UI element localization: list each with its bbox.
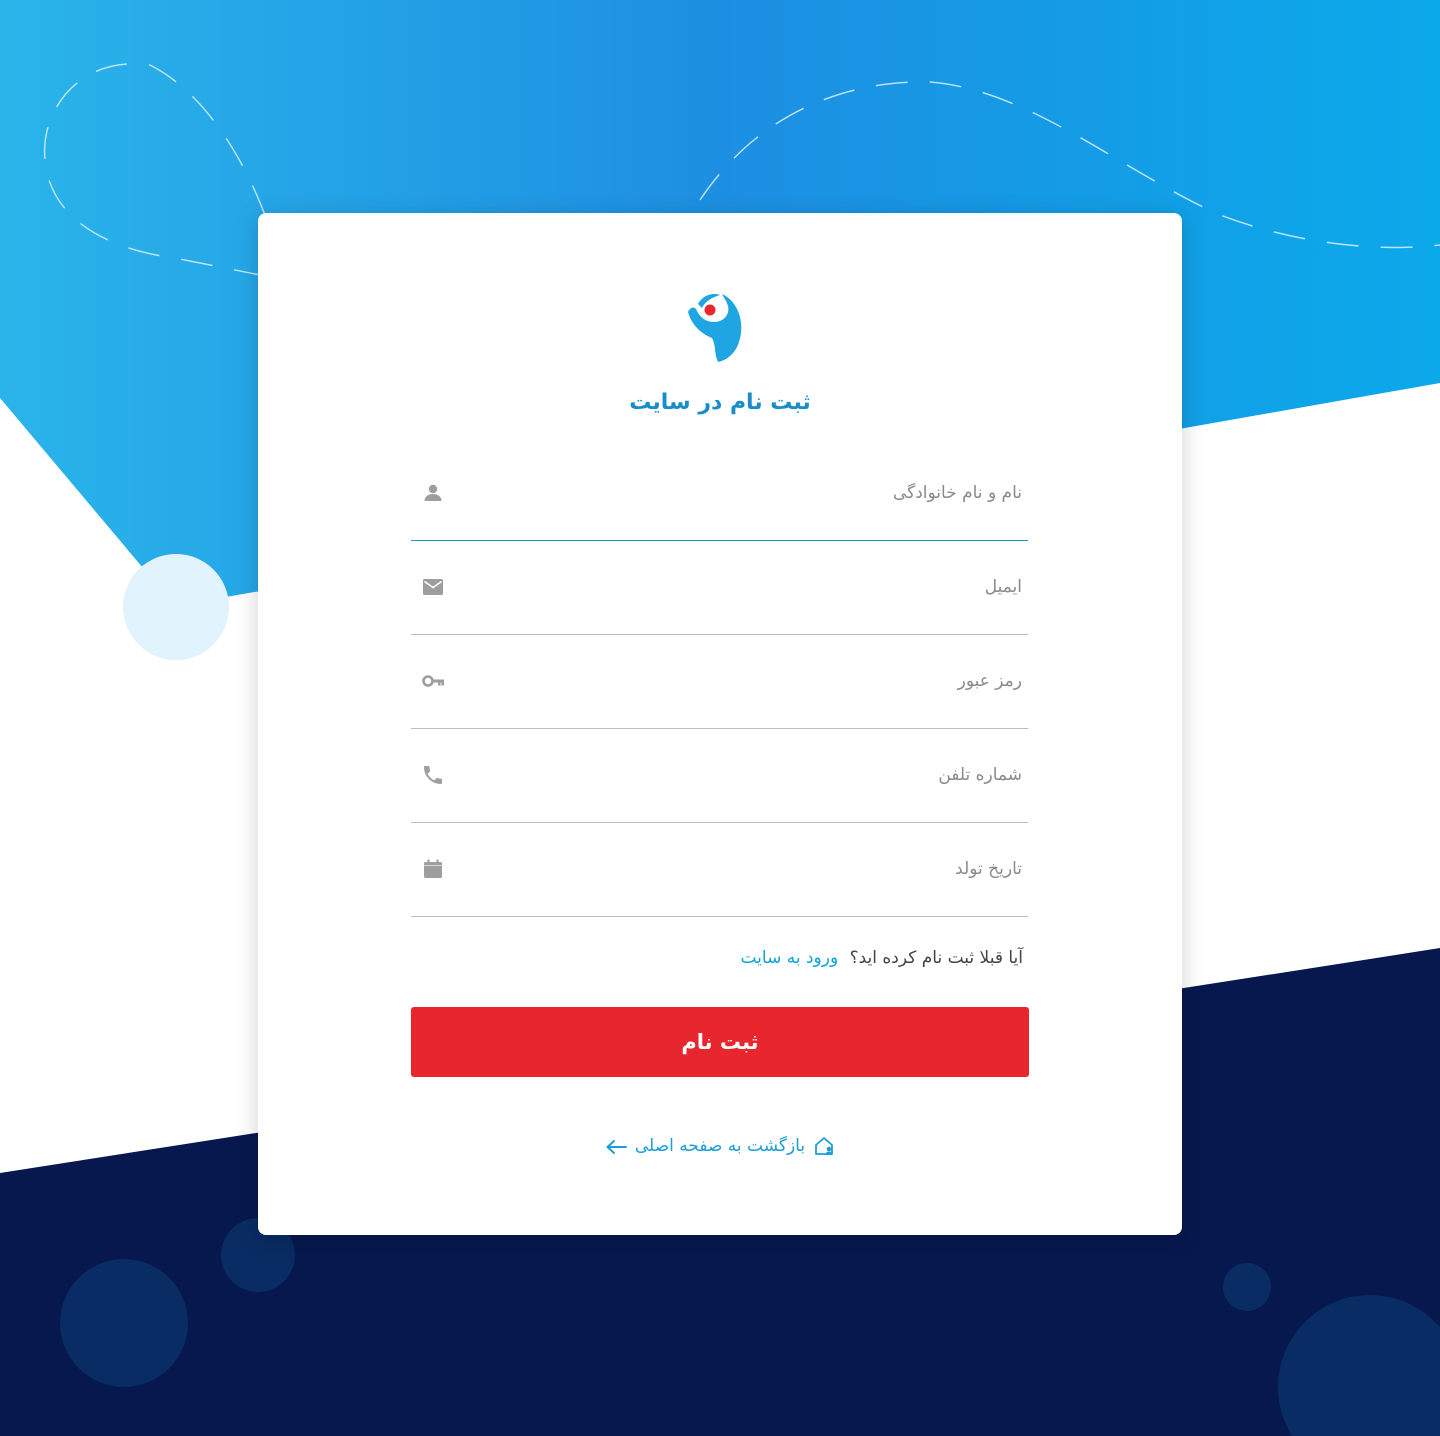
calendar-icon <box>424 859 442 878</box>
already-registered-text: آیا قبلا ثبت نام کرده اید؟ <box>849 948 1023 968</box>
register-button[interactable]: ثبت نام <box>411 1007 1029 1077</box>
fullname-input[interactable] <box>461 446 1022 540</box>
email-field <box>411 540 1028 635</box>
password-input[interactable] <box>461 634 1022 728</box>
back-to-home-link[interactable]: بازگشت به صفحه اصلی <box>600 1130 840 1162</box>
person-icon <box>424 484 442 501</box>
decor-circle-navy <box>60 1259 188 1387</box>
login-link[interactable]: ورود به سایت <box>740 948 838 968</box>
phone-icon <box>424 766 442 784</box>
birthdate-input[interactable] <box>461 822 1022 916</box>
email-input[interactable] <box>461 540 1022 634</box>
fullname-field <box>411 446 1028 541</box>
arrow-left-icon <box>606 1140 627 1154</box>
back-to-home-label: بازگشت به صفحه اصلی <box>634 1136 806 1156</box>
decor-circle-navy <box>1223 1263 1271 1311</box>
already-registered-line: آیا قبلا ثبت نام کرده اید؟ ورود به سایت <box>411 948 1023 968</box>
mail-icon <box>423 579 443 595</box>
phone-field <box>411 728 1028 823</box>
home-icon <box>815 1137 834 1155</box>
birthdate-field <box>411 822 1028 917</box>
phone-input[interactable] <box>461 728 1022 822</box>
page-title: ثبت نام در سایت <box>629 390 811 415</box>
password-field <box>411 634 1028 729</box>
person-logo-icon <box>688 294 742 362</box>
key-icon <box>422 675 444 687</box>
decor-circle-light <box>123 554 229 660</box>
